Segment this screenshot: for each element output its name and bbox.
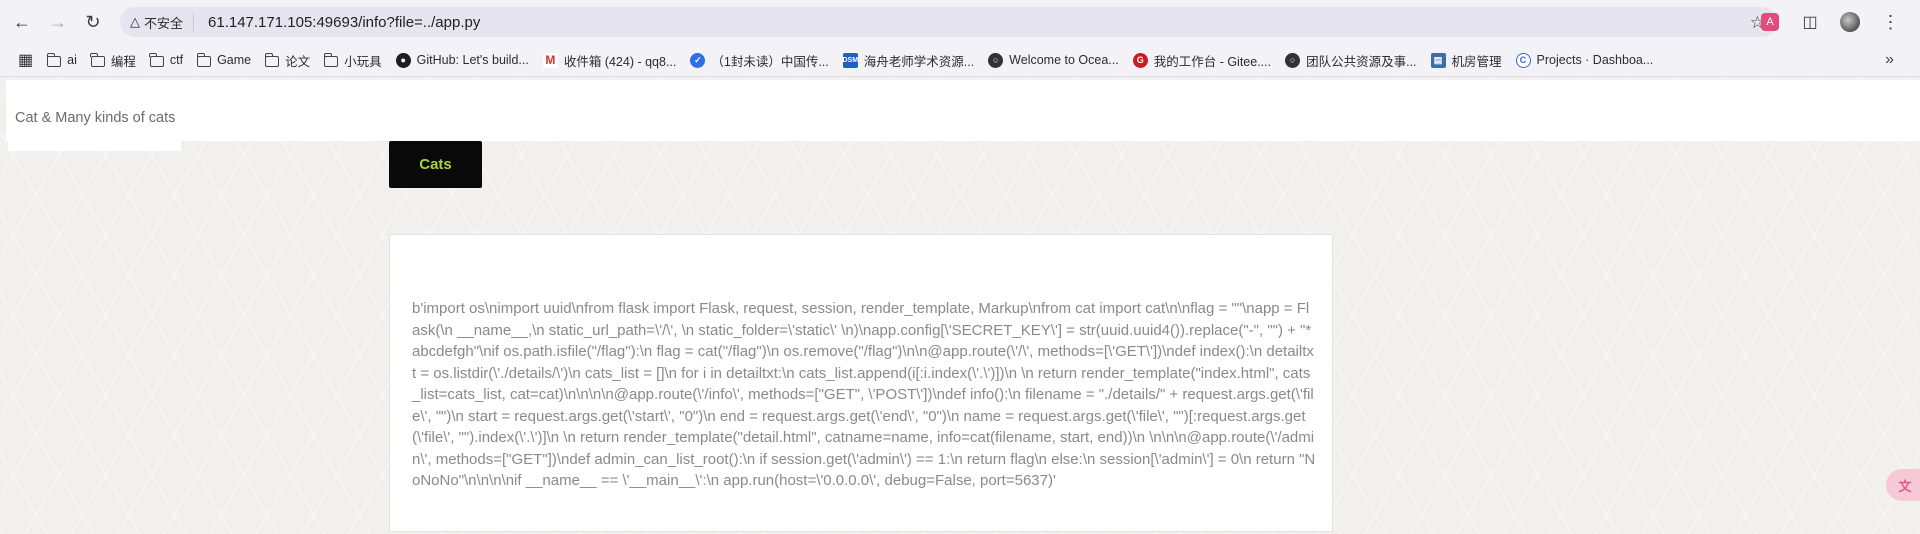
bookmark-label: Welcome to Ocea...: [1009, 53, 1119, 67]
forward-arrow-icon[interactable]: →: [43, 7, 73, 37]
bookmark-folder-programming[interactable]: 编程: [90, 51, 136, 70]
bookmark-folder-game[interactable]: Game: [196, 52, 252, 67]
bookmark-label: ctf: [169, 53, 184, 67]
site-title[interactable]: Cat & Many kinds of cats: [15, 110, 175, 126]
browser-toolbar: ← → ↻ △ 不安全 61.147.171.105:49693/info?fi…: [0, 0, 1920, 44]
globe-icon: ○: [1285, 52, 1301, 68]
floating-translate-icon[interactable]: 文: [1886, 469, 1920, 501]
extensions-area: A ◫ ⋮: [1756, 8, 1904, 36]
folder-icon: [323, 52, 339, 67]
address-bar[interactable]: △ 不安全 61.147.171.105:49693/info?file=../…: [120, 7, 1777, 37]
bookmark-mail[interactable]: ✓ （1封未读）中国传...: [690, 51, 829, 70]
folder-icon: [46, 52, 62, 67]
bookmark-gmail[interactable]: M 收件箱 (424) - qq8...: [542, 51, 677, 70]
bookmark-ocean[interactable]: ○ Welcome to Ocea...: [988, 52, 1119, 68]
reload-icon[interactable]: ↻: [78, 7, 108, 37]
projects-icon: C: [1515, 52, 1531, 68]
bookmark-label: （1封未读）中国传...: [711, 54, 829, 69]
mail-icon: ✓: [690, 52, 706, 68]
bookmarks-bar: ▦ ai 编程 ctf Game 论文 小玩具 ● GitHub: Let's …: [0, 44, 1920, 77]
bookmark-folder-papers[interactable]: 论文: [264, 51, 311, 70]
folder-icon: [90, 52, 105, 67]
profile-avatar[interactable]: [1836, 8, 1864, 36]
cats-nav-button[interactable]: Cats: [389, 141, 482, 188]
folder-icon: [196, 52, 212, 67]
bookmark-folder-toys[interactable]: 小玩具: [323, 51, 382, 70]
back-arrow-icon[interactable]: ←: [7, 7, 37, 37]
globe-icon: ○: [988, 52, 1004, 68]
bookmarks-overflow-icon[interactable]: »: [1885, 51, 1894, 69]
bookmark-label: GitHub: Let's build...: [416, 53, 529, 67]
warning-triangle-icon: △: [130, 14, 140, 29]
avatar: [1840, 12, 1860, 32]
bookmark-label: Projects · Dashboa...: [1536, 53, 1654, 67]
folder-icon: [149, 52, 164, 67]
bookmark-label: 我的工作台 - Gitee....: [1153, 54, 1272, 69]
bookmark-label: 海舟老师学术资源...: [863, 54, 975, 69]
bookmark-gitee[interactable]: G 我的工作台 - Gitee....: [1132, 51, 1272, 70]
detail-content-box: b'import os\nimport uuid\nfrom flask imp…: [389, 234, 1333, 532]
bookmark-label: 机房管理: [1451, 54, 1502, 69]
bookmark-server-room[interactable]: ▤ 机房管理: [1430, 51, 1502, 70]
dsm-icon: DSM: [842, 52, 858, 68]
folder-icon: [264, 52, 280, 67]
bookmark-label: 论文: [285, 54, 311, 69]
bookmark-folder-ai[interactable]: ai: [46, 52, 77, 67]
url-text[interactable]: 61.147.171.105:49693/info?file=../app.py: [208, 14, 480, 31]
puzzle-extensions-icon[interactable]: ◫: [1796, 8, 1824, 36]
gmail-icon: M: [542, 52, 558, 68]
header-tab-extension: [8, 141, 181, 151]
page-viewport: Cat & Many kinds of cats Cats b'import o…: [0, 77, 1920, 534]
bookmark-dsm[interactable]: DSM 海舟老师学术资源...: [842, 51, 975, 70]
bookmark-label: 团队公共资源及事...: [1306, 54, 1417, 69]
file-content-text: b'import os\nimport uuid\nfrom flask imp…: [412, 300, 1316, 489]
apps-grid-icon[interactable]: ▦: [18, 50, 33, 70]
translate-extension-icon[interactable]: A: [1756, 8, 1784, 36]
bookmark-folder-ctf[interactable]: ctf: [149, 52, 184, 67]
bookmark-label: ai: [67, 53, 77, 67]
security-chip[interactable]: △ 不安全: [130, 13, 195, 31]
github-icon: ●: [395, 52, 411, 68]
bookmark-github[interactable]: ● GitHub: Let's build...: [395, 52, 529, 68]
bookmark-projects[interactable]: C Projects · Dashboa...: [1515, 52, 1654, 68]
security-label: 不安全: [144, 15, 184, 31]
more-menu-icon[interactable]: ⋮: [1876, 8, 1904, 36]
server-icon: ▤: [1430, 52, 1446, 68]
bookmark-team-resources[interactable]: ○ 团队公共资源及事...: [1285, 51, 1417, 70]
bookmark-label: 编程: [110, 54, 136, 69]
site-header: Cat & Many kinds of cats: [6, 80, 1920, 141]
bookmark-label: 收件箱 (424) - qq8...: [563, 54, 677, 69]
gitee-icon: G: [1132, 52, 1148, 68]
bookmark-label: 小玩具: [344, 54, 382, 69]
bookmark-label: Game: [217, 53, 252, 67]
